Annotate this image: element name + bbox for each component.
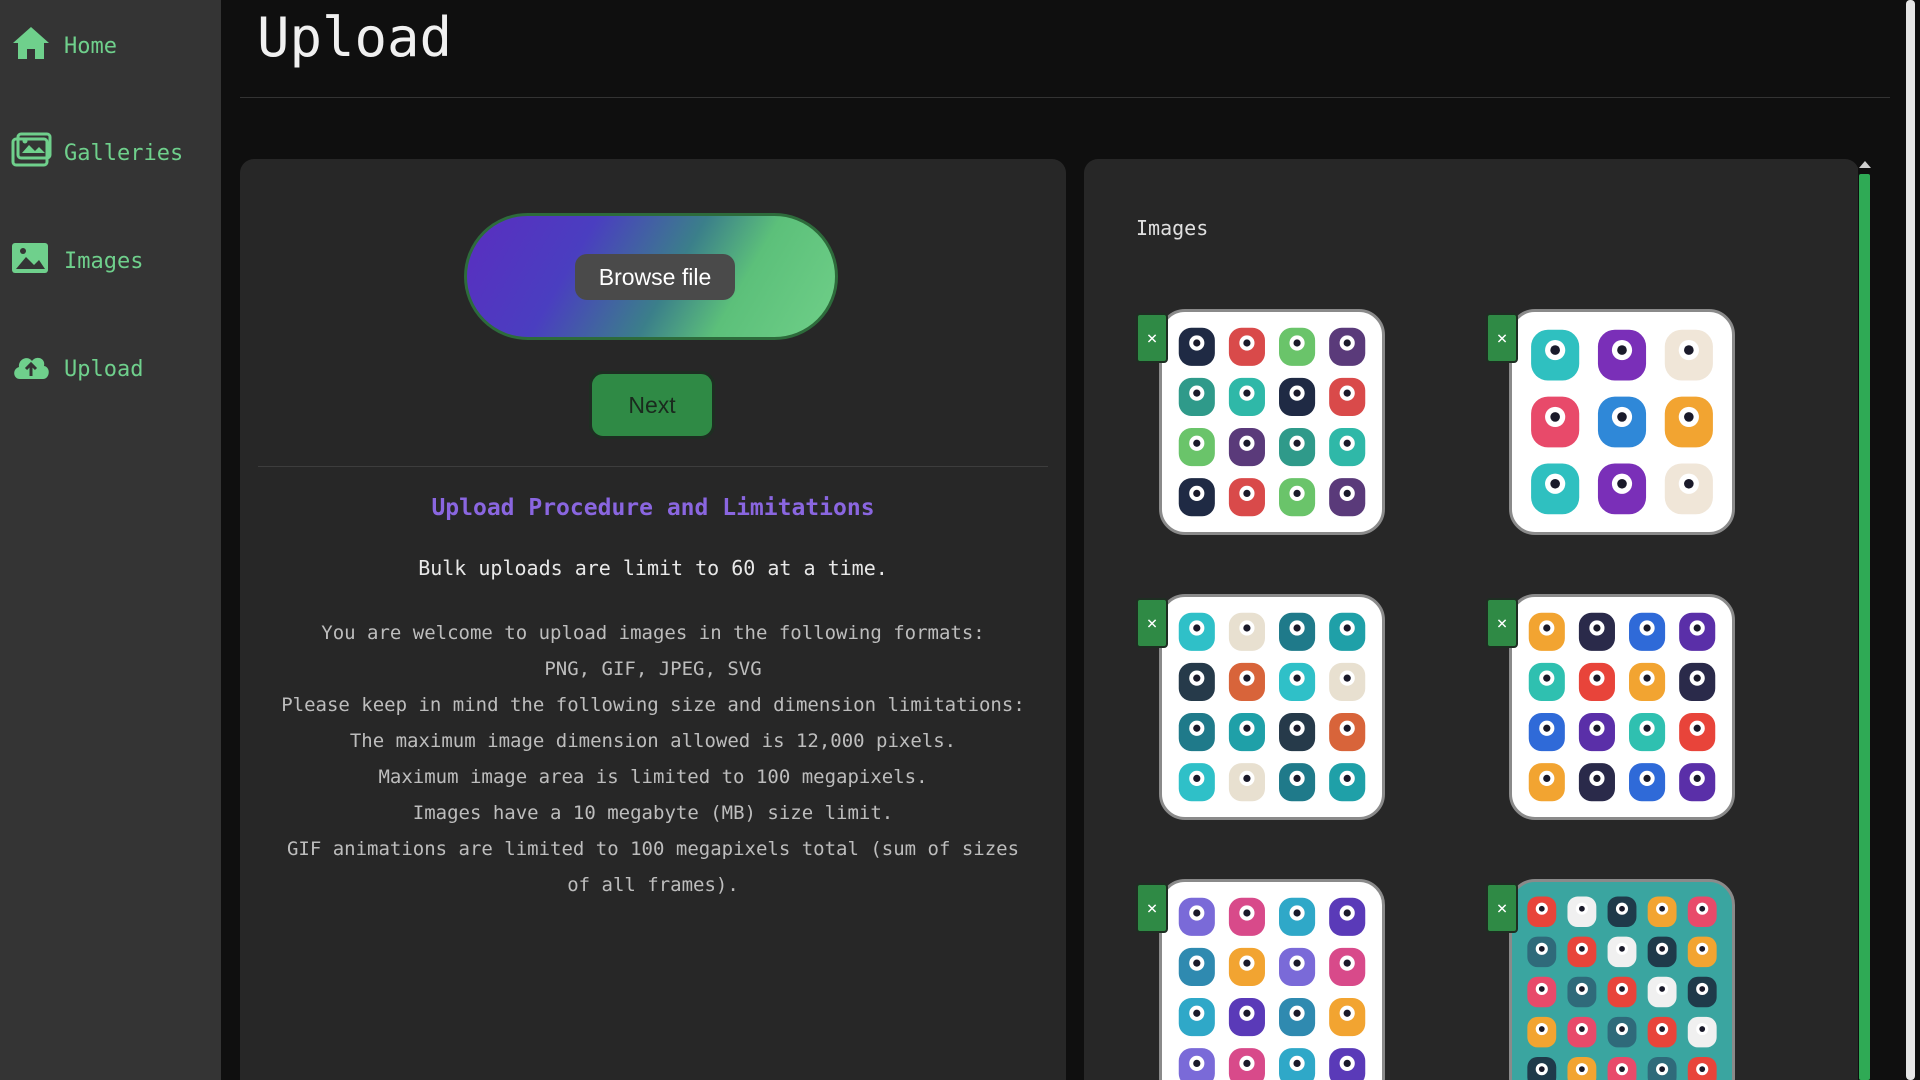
remove-image-button[interactable]: × <box>1486 598 1518 648</box>
monster-grid-image <box>1178 897 1366 1080</box>
image-thumbnail[interactable] <box>1509 309 1735 535</box>
images-label: Images <box>1136 216 1209 240</box>
monster-grid-image <box>1178 327 1366 517</box>
images-scrollbar-thumb[interactable] <box>1859 174 1870 1080</box>
header-divider <box>240 97 1890 98</box>
info-line: You are welcome to upload images in the … <box>321 622 985 644</box>
remove-image-button[interactable]: × <box>1486 883 1518 933</box>
page-title: Upload <box>257 6 453 69</box>
upload-panel: Browse file Next Upload Procedure and Li… <box>240 159 1066 1080</box>
file-drop-area[interactable]: Browse file <box>464 213 838 340</box>
sidebar-item-upload[interactable]: Upload <box>10 347 143 391</box>
info-line: Please keep in mind the following size a… <box>281 694 1025 716</box>
monster-grid-image <box>1178 612 1366 802</box>
image-thumbnail[interactable] <box>1159 879 1385 1080</box>
info-line: Maximum image area is limited to 100 meg… <box>378 766 928 788</box>
sidebar-item-galleries[interactable]: Galleries <box>10 131 183 175</box>
sidebar-item-label: Galleries <box>64 140 184 166</box>
sidebar-item-images[interactable]: Images <box>10 239 143 283</box>
remove-image-button[interactable]: × <box>1136 883 1168 933</box>
sidebar-item-label: Images <box>64 248 144 274</box>
sidebar-item-label: Upload <box>64 356 144 382</box>
monster-grid-image <box>1528 612 1716 802</box>
browse-file-button[interactable]: Browse file <box>575 254 735 300</box>
sidebar-item-label: Home <box>64 33 117 59</box>
monster-grid-image <box>1527 896 1717 1080</box>
galleries-icon <box>10 131 52 175</box>
page-scrollbar-thumb[interactable] <box>1906 0 1915 1080</box>
image-icon <box>10 239 52 283</box>
info-line: PNG, GIF, JPEG, SVG <box>544 658 762 680</box>
info-line: GIF animations are limited to 100 megapi… <box>286 838 1020 896</box>
info-heading: Upload Procedure and Limitations <box>431 495 875 521</box>
monster-grid-image <box>1531 329 1713 515</box>
remove-image-button[interactable]: × <box>1136 313 1168 363</box>
next-button[interactable]: Next <box>589 371 715 439</box>
bulk-limit-text: Bulk uploads are limit to 60 at a time. <box>418 556 888 580</box>
panel-divider <box>258 466 1048 467</box>
image-thumbnail[interactable] <box>1159 594 1385 820</box>
remove-image-button[interactable]: × <box>1136 598 1168 648</box>
image-thumbnail[interactable] <box>1509 879 1735 1080</box>
remove-image-button[interactable]: × <box>1486 313 1518 363</box>
limitations-list: You are welcome to upload images in the … <box>270 615 1036 903</box>
sidebar: Home Galleries Images Upload <box>0 0 221 1080</box>
scroll-up-arrow-icon[interactable] <box>1859 161 1871 168</box>
home-icon <box>10 24 52 68</box>
info-line: The maximum image dimension allowed is 1… <box>349 730 957 752</box>
info-line: Images have a 10 megabyte (MB) size limi… <box>412 802 894 824</box>
image-thumbnail[interactable] <box>1509 594 1735 820</box>
sidebar-item-home[interactable]: Home <box>10 24 117 68</box>
images-panel: Images × × × × × × <box>1084 159 1859 1080</box>
cloud-upload-icon <box>10 347 52 391</box>
image-thumbnail[interactable] <box>1159 309 1385 535</box>
